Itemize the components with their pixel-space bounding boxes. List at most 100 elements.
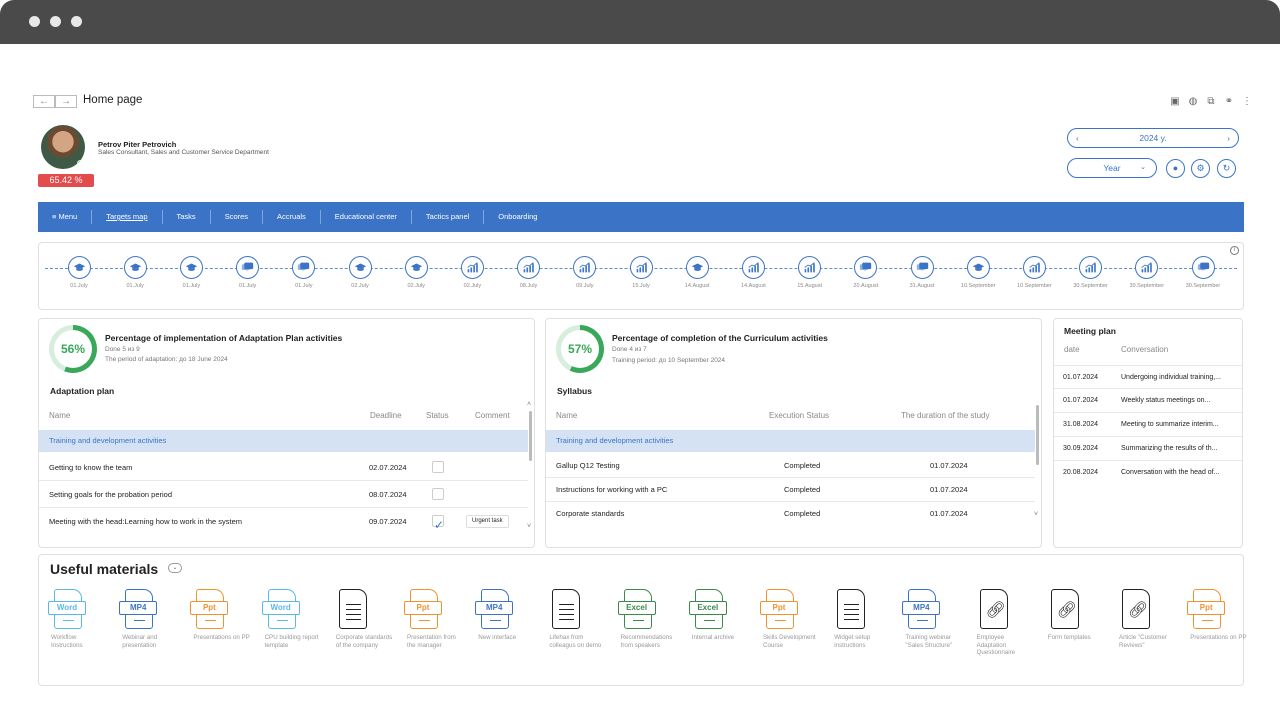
material-item[interactable]: Ppt Presentations on PP (190, 588, 251, 642)
material-item[interactable]: 🔗︎ Employee Adaptation Questionnaire (977, 588, 1035, 657)
material-item[interactable]: MP4 Training webinar "Sales Structure" (902, 588, 963, 649)
timeline-event[interactable]: 01.July (274, 256, 334, 289)
window-maximize-dot[interactable] (71, 16, 82, 27)
status-checkbox[interactable] (432, 488, 444, 500)
material-item[interactable]: Widget setup instructions (834, 588, 892, 649)
meeting-row[interactable]: 31.08.2024 Meeting to summarize interim..… (1054, 413, 1242, 437)
timeline-event[interactable]: 10.September (948, 256, 1008, 289)
scroll-up-icon[interactable]: ˄ (527, 401, 531, 408)
prev-year-icon[interactable]: ‹ (1076, 129, 1079, 147)
timeline-event[interactable]: 01.July (105, 256, 165, 289)
material-item[interactable]: Ppt Skills Development Course (760, 588, 821, 649)
table-row[interactable]: Meeting with the head:Learning how to wo… (39, 508, 528, 539)
timeline-event[interactable]: 31.August (892, 256, 952, 289)
next-year-icon[interactable]: › (1227, 129, 1230, 147)
material-item[interactable]: Corporate standards of the company (336, 588, 394, 649)
chat-button[interactable]: ● (1166, 159, 1185, 178)
timeline-event[interactable]: 30.September (1173, 256, 1233, 289)
timeline-event[interactable]: 02.July (330, 256, 390, 289)
timeline-date: 10.September (1017, 283, 1052, 289)
material-item[interactable]: Word CPU building report template (261, 588, 323, 649)
tab-targets-map[interactable]: Targets map (92, 210, 163, 224)
timeline-date: 02.July (351, 283, 369, 289)
timeline-event[interactable]: 20.August (836, 256, 896, 289)
search-document-icon[interactable]: ⧉ (1206, 96, 1216, 107)
timeline-event[interactable]: 14.August (723, 256, 783, 289)
timeline-event[interactable]: 08.July (499, 256, 559, 289)
info-icon[interactable]: i (1230, 246, 1239, 255)
material-item[interactable]: Word Workflow Instructions (48, 588, 109, 649)
material-item[interactable]: Lifehax from colleagus on demo (549, 588, 607, 649)
meeting-date: 30.09.2024 (1063, 445, 1099, 452)
status-checkbox-checked[interactable] (432, 512, 444, 539)
timeline-event[interactable]: 10.September (1004, 256, 1064, 289)
timeline-event[interactable]: 15.July (611, 256, 671, 289)
meeting-row[interactable]: 20.08.2024 Conversation with the head of.… (1054, 461, 1242, 485)
tab-scores[interactable]: Scores (211, 210, 264, 224)
tab-tactics-panel[interactable]: Tactics panel (412, 210, 485, 224)
tab-accruals[interactable]: Accruals (263, 210, 321, 224)
timeline-date: 30.September (1129, 283, 1165, 289)
timeline-event[interactable]: 30.September (1117, 256, 1177, 289)
save-icon[interactable]: ▣ (1170, 96, 1180, 107)
chevron-down-icon[interactable]: ⌄ (168, 563, 182, 573)
tab-tasks[interactable]: Tasks (163, 210, 211, 224)
meeting-row[interactable]: 01.07.2024 Weekly status meetings on... (1054, 389, 1242, 413)
table-row[interactable]: Corporate standards Completed 01.07.2024 (546, 502, 1035, 526)
material-item[interactable]: Excel Recommendations from speakers (617, 588, 679, 649)
timeline-event[interactable]: 01.July (161, 256, 221, 289)
table-row[interactable]: Setting goals for the probation period 0… (39, 481, 528, 508)
col-name: Name (49, 411, 71, 420)
tab-educational-center[interactable]: Educational center (321, 210, 412, 224)
timeline-event[interactable]: 09.July (555, 256, 615, 289)
meeting-row[interactable]: 01.07.2024 Undergoing individual training… (1054, 365, 1242, 389)
group-row[interactable]: Training and development activities (39, 430, 528, 452)
timeline-event[interactable]: 15.August (780, 256, 840, 289)
scrollbar[interactable] (529, 411, 532, 461)
group-row[interactable]: Training and development activities (546, 430, 1035, 452)
timeline-event[interactable]: 30.September (1061, 256, 1121, 289)
link-icon[interactable]: ⚭ (1224, 96, 1234, 107)
timeline-date: 08.July (519, 283, 538, 289)
menu-button[interactable]: ≡ Menu (38, 210, 93, 224)
scroll-down-icon[interactable]: ˅ (1034, 511, 1038, 518)
settings-button[interactable]: ⚙ (1191, 159, 1210, 178)
more-icon[interactable]: ⋮ (1242, 96, 1252, 107)
timeline-event[interactable]: 02.July (442, 256, 502, 289)
timeline-event[interactable]: 01.July (218, 256, 278, 289)
tab-onboarding[interactable]: Onboarding (484, 210, 551, 224)
ppt-file-icon: Ppt (404, 588, 443, 632)
bar-chart-icon (629, 256, 653, 279)
user-name: Petrov Piter Petrovich (98, 140, 177, 149)
timeline-event[interactable]: 14.August (667, 256, 727, 289)
timeline-date: 01.July (238, 283, 257, 289)
material-item[interactable]: Ppt Presentation from the manager (404, 588, 465, 649)
year-selector[interactable]: ‹ 2024 y. › (1067, 128, 1239, 148)
material-item[interactable]: MP4 Webinar and presentation (119, 588, 180, 649)
ppt-file-icon: Ppt (190, 588, 229, 632)
material-item[interactable]: 🔗︎ Form templates (1048, 588, 1106, 642)
window-close-dot[interactable] (29, 16, 40, 27)
period-select[interactable]: Year ⌄ (1067, 158, 1157, 178)
material-item[interactable]: Excel Internal archive (688, 588, 750, 642)
scroll-down-icon[interactable]: ˅ (527, 523, 531, 530)
excel-file-icon: Excel (688, 588, 728, 632)
document-icon (834, 588, 870, 632)
meeting-row[interactable]: 30.09.2024 Summarizing the results of th.… (1054, 437, 1242, 461)
window-minimize-dot[interactable] (50, 16, 61, 27)
status-checkbox[interactable] (432, 461, 444, 473)
globe-icon[interactable]: ◍ (1188, 96, 1198, 107)
forward-arrow-icon[interactable]: → (55, 95, 77, 108)
table-row[interactable]: Instructions for working with a PC Compl… (546, 478, 1035, 502)
material-item[interactable]: 🔗︎ Article "Customer Reviews" (1119, 588, 1177, 649)
scrollbar[interactable] (1036, 405, 1039, 465)
back-arrow-icon[interactable]: ← (33, 95, 55, 108)
material-item[interactable]: MP4 New interface (475, 588, 536, 642)
timeline-event[interactable]: 02.July (386, 256, 446, 289)
timeline-event[interactable]: 01.July (49, 256, 109, 289)
refresh-button[interactable]: ↻ (1217, 159, 1236, 178)
avatar[interactable] (41, 125, 85, 169)
material-item[interactable]: Ppt Presentations on PP (1187, 588, 1248, 642)
table-row[interactable]: Getting to know the team 02.07.2024 (39, 454, 528, 481)
table-row[interactable]: Gallup Q12 Testing Completed 01.07.2024 (546, 454, 1035, 478)
